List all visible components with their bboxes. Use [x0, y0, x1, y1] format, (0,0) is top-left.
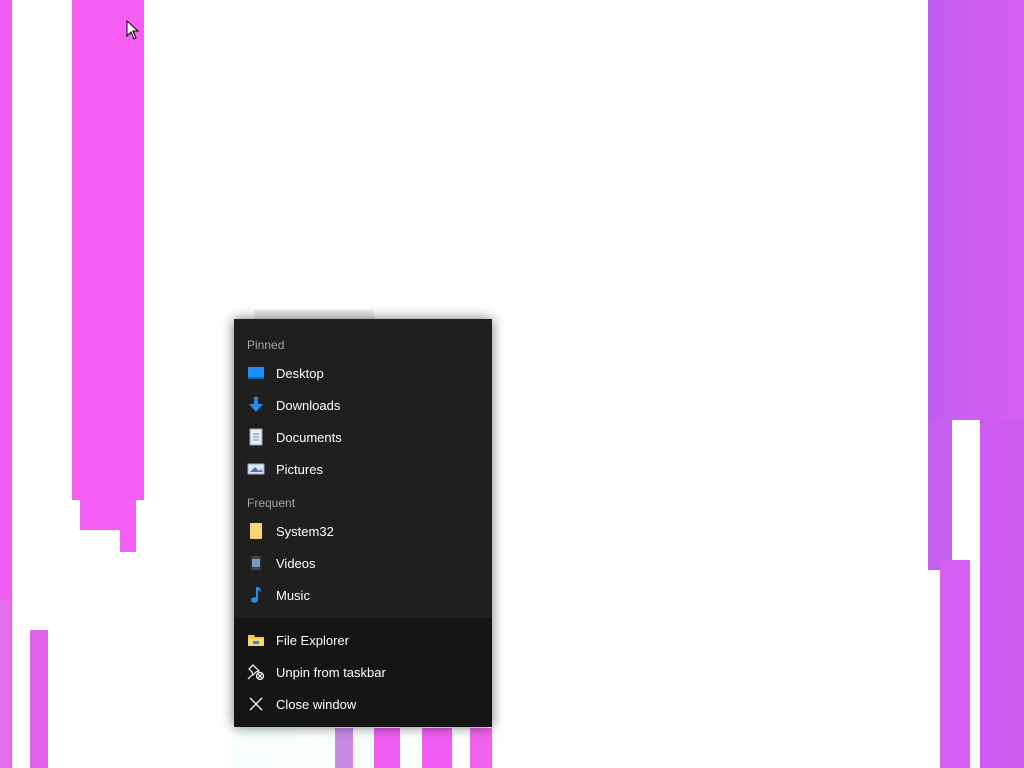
task-label: Close window: [276, 696, 357, 712]
unpin-icon: [247, 663, 265, 681]
desktop-icon: [247, 364, 265, 382]
documents-icon: [247, 428, 265, 446]
pinned-item-pictures[interactable]: Pictures: [234, 453, 492, 485]
background-glitch-stripe: [0, 600, 10, 768]
jump-list-tasks-section: File Explorer Unpin from taskbar Close w…: [234, 618, 492, 727]
frequent-section-label: Frequent: [247, 496, 296, 510]
background-glitch-stripe: [120, 530, 136, 552]
task-label: File Explorer: [276, 632, 349, 648]
background-glitch-stripe: [470, 728, 492, 768]
mouse-cursor-icon: [126, 20, 140, 40]
background-glitch-stripe: [422, 728, 452, 768]
pinned-item-label: Downloads: [276, 397, 341, 413]
background-glitch-stripe: [952, 440, 980, 570]
frequent-item-music[interactable]: Music: [234, 579, 492, 611]
background-glitch-stripe: [374, 728, 400, 768]
frequent-item-label: System32: [276, 523, 334, 539]
background-glitch-stripe: [72, 0, 144, 500]
videos-icon: [247, 554, 265, 572]
pinned-item-label: Desktop: [276, 365, 324, 381]
pictures-icon: [247, 460, 265, 478]
pinned-item-desktop[interactable]: Desktop: [234, 357, 492, 389]
background-glitch-stripe: [30, 630, 48, 768]
pinned-section-label: Pinned: [247, 338, 285, 352]
close-icon: [247, 695, 265, 713]
folder-icon: [247, 522, 265, 540]
file-explorer-icon: [247, 631, 265, 649]
downloads-icon: [247, 396, 265, 414]
background-glitch-stripe: [928, 0, 1024, 420]
taskbar-jump-list: Pinned Desktop Downloads Documents Pictu…: [234, 319, 492, 727]
background-glitch-stripe: [980, 420, 1024, 768]
task-unpin-from-taskbar[interactable]: Unpin from taskbar: [234, 656, 492, 688]
task-label: Unpin from taskbar: [276, 664, 386, 680]
frequent-item-videos[interactable]: Videos: [234, 547, 492, 579]
frequent-item-system32[interactable]: System32: [234, 515, 492, 547]
background-glitch-stripe: [940, 560, 970, 768]
background-glitch-stripe: [335, 728, 353, 768]
pinned-item-downloads[interactable]: Downloads: [234, 389, 492, 421]
background-glitch-stripe: [232, 728, 492, 768]
frequent-item-label: Music: [276, 587, 310, 603]
task-close-window[interactable]: Close window: [234, 688, 492, 720]
music-icon: [247, 586, 265, 604]
pinned-item-documents[interactable]: Documents: [234, 421, 492, 453]
background-glitch-stripe: [80, 500, 136, 530]
window-tab-strip: [254, 310, 374, 319]
task-file-explorer[interactable]: File Explorer: [234, 624, 492, 656]
pinned-item-label: Documents: [276, 429, 342, 445]
frequent-item-label: Videos: [276, 555, 316, 571]
pinned-item-label: Pictures: [276, 461, 323, 477]
background-glitch-stripe: [928, 420, 952, 570]
